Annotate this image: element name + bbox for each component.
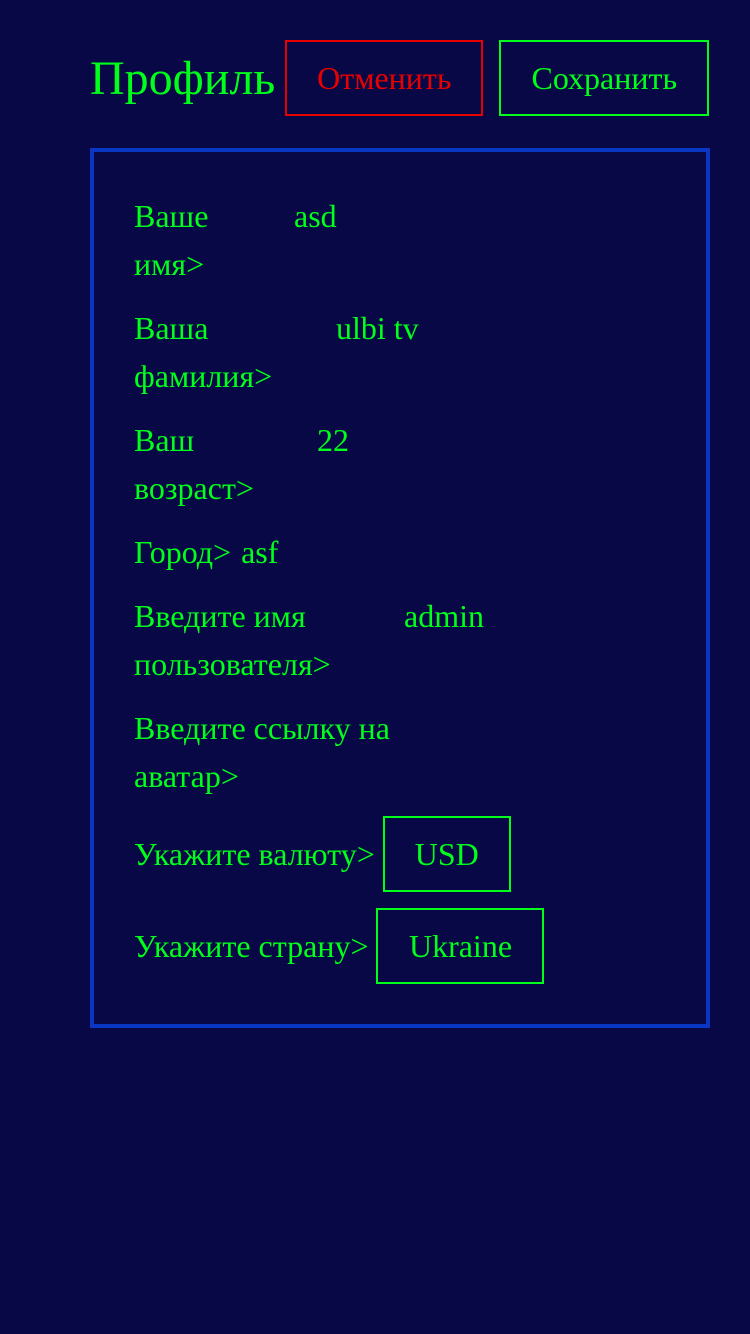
profile-header: Профиль Отменить Сохранить xyxy=(90,40,710,116)
username-label-line1: Введите имя xyxy=(134,598,306,634)
page-title: Профиль xyxy=(90,51,276,105)
country-label: Укажите страну> xyxy=(134,927,369,964)
last-name-row: Ваша фамилия> ulbi tv xyxy=(134,304,666,400)
city-label: Город> xyxy=(134,534,232,570)
last-name-input[interactable]: ulbi tv xyxy=(336,304,419,352)
first-name-input[interactable]: asd xyxy=(294,192,337,240)
currency-label: Укажите валюту> xyxy=(134,835,375,872)
avatar-label-line2: аватар> xyxy=(134,758,239,794)
cancel-button[interactable]: Отменить xyxy=(285,40,484,116)
first-name-label: Ваше имя> xyxy=(134,192,294,288)
avatar-label-line1: Введите ссылку на xyxy=(134,710,390,746)
username-label: Введите имя пользователя> xyxy=(134,592,404,688)
country-row: Укажите страну> Ukraine xyxy=(134,908,666,984)
age-row: Ваш возраст> 22 xyxy=(134,416,666,512)
username-row: Введите имя пользователя> admin xyxy=(134,592,666,688)
username-input[interactable]: admin xyxy=(404,592,484,640)
first-name-label-line2: имя> xyxy=(134,246,205,282)
country-select[interactable]: Ukraine xyxy=(376,908,545,984)
last-name-label: Ваша фамилия> xyxy=(134,304,336,400)
age-label: Ваш возраст> xyxy=(134,416,317,512)
last-name-label-line1: Ваша xyxy=(134,310,209,346)
first-name-label-line1: Ваше xyxy=(134,198,209,234)
last-name-label-line2: фамилия> xyxy=(134,358,273,394)
currency-select[interactable]: USD xyxy=(382,816,511,892)
age-label-line2: возраст> xyxy=(134,470,254,506)
avatar-label: Введите ссылку на аватар> xyxy=(134,704,414,800)
age-label-line1: Ваш xyxy=(134,422,195,458)
city-input[interactable]: asf xyxy=(241,528,278,576)
profile-card: Ваше имя> asd Ваша фамилия> ulbi tv Ваш … xyxy=(90,148,710,1028)
save-button[interactable]: Сохранить xyxy=(499,40,710,116)
avatar-row: Введите ссылку на аватар> xyxy=(134,704,666,800)
currency-row: Укажите валюту> USD xyxy=(134,816,666,892)
first-name-row: Ваше имя> asd xyxy=(134,192,666,288)
age-input[interactable]: 22 xyxy=(317,416,349,464)
username-label-line2: пользователя> xyxy=(134,646,331,682)
city-row: Город> asf xyxy=(134,528,666,576)
